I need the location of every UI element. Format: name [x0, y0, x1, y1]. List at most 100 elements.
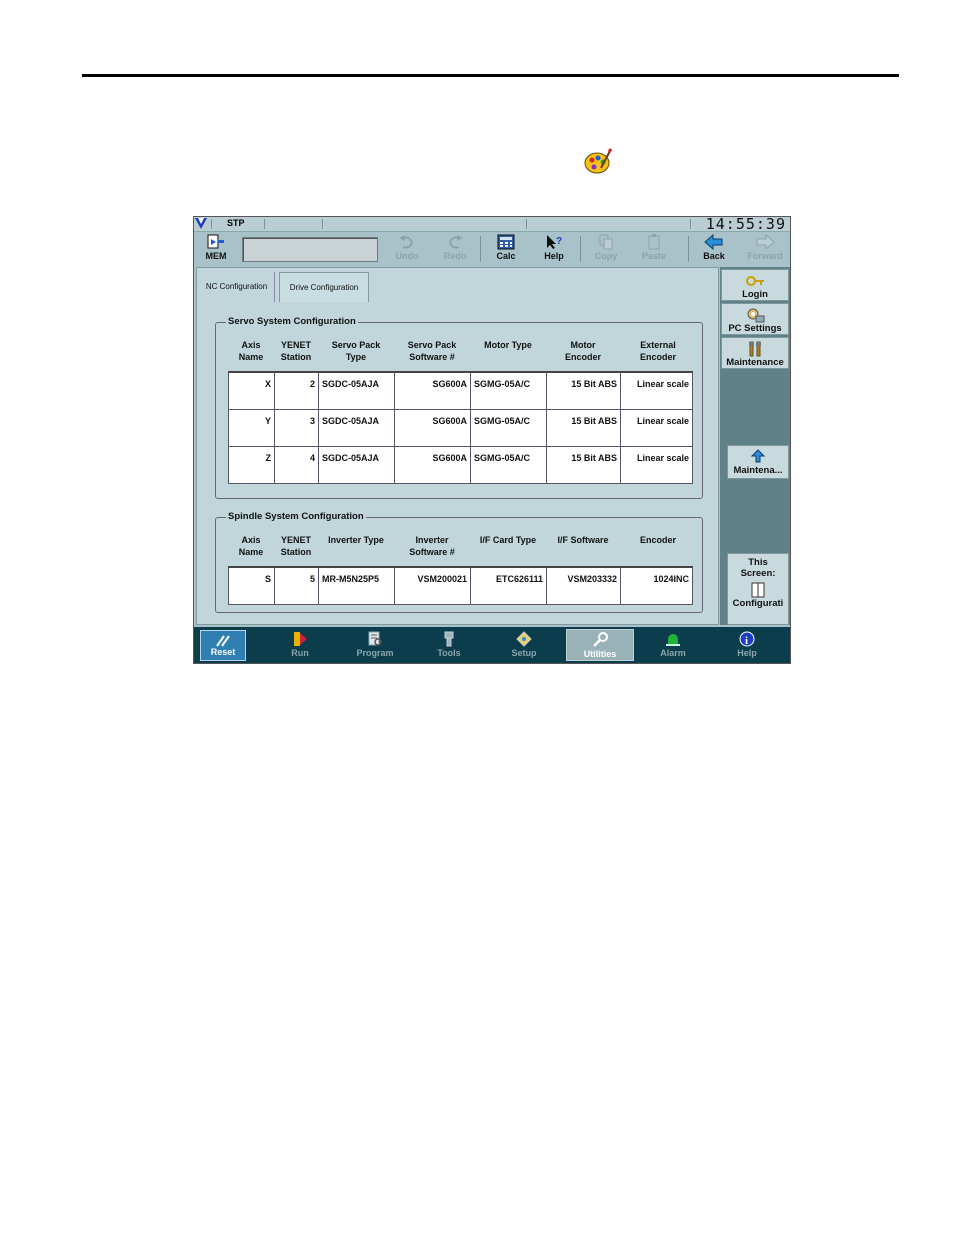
calc-button[interactable]: Calc [484, 234, 528, 264]
copy-label: Copy [594, 251, 618, 261]
nav-help[interactable]: i Help [717, 629, 777, 661]
nav-utilities[interactable]: Utilities [566, 629, 634, 661]
help-cursor-icon: ? [547, 235, 562, 249]
servo-pack-software-cell: SG600A [395, 447, 471, 483]
back-label: Back [703, 251, 725, 261]
spindle-inverter-software-cell: VSM200021 [395, 568, 471, 604]
servo-header-pack-type: Servo Pack Type [331, 340, 381, 362]
run-icon [294, 632, 307, 646]
undo-label: Undo [395, 251, 419, 261]
palette-icon [584, 148, 613, 174]
redo-button[interactable]: Redo [433, 234, 477, 264]
tools-icon [444, 631, 454, 647]
configuration-panel: NC Configuration Drive Configuration Ser… [196, 267, 719, 625]
servo-motor-type-cell: SGMG-05A/C [471, 373, 547, 409]
program-icon [368, 631, 382, 646]
nav-help-label: Help [737, 648, 757, 658]
servo-station-cell: 4 [275, 447, 319, 483]
pc-settings-icon [747, 308, 765, 323]
spindle-axis-cell: S [229, 568, 275, 604]
up-arrow-icon [750, 449, 766, 463]
status-separator [264, 219, 265, 229]
calculator-icon [497, 234, 515, 250]
undo-button[interactable]: Undo [385, 234, 429, 264]
copy-icon [599, 234, 613, 250]
maintenance-tools-icon [749, 341, 761, 357]
status-separator [211, 219, 212, 229]
help-label: Help [544, 251, 564, 261]
right-sidebar: Login PC Settings Maintenance Maintena..… [720, 267, 790, 625]
table-row[interactable]: Z 4 SGDC-05AJA SG600A SGMG-05A/C 15 Bit … [229, 447, 692, 483]
servo-external-encoder-cell: Linear scale [636, 416, 689, 426]
nav-run[interactable]: Run [270, 629, 330, 661]
servo-group-title: Servo System Configuration [226, 316, 358, 327]
message-display [242, 237, 378, 262]
info-icon: i [739, 631, 755, 647]
forward-button[interactable]: Forward [740, 234, 790, 264]
servo-external-encoder-cell: Linear scale [636, 379, 689, 389]
login-label: Login [742, 289, 768, 300]
svg-text:?: ? [556, 236, 562, 247]
nav-tools[interactable]: Tools [419, 629, 479, 661]
copy-button[interactable]: Copy [584, 234, 628, 264]
spindle-header-inverter-software: Inverter Software # [409, 535, 455, 557]
pc-settings-button[interactable]: PC Settings [721, 303, 789, 335]
toolbar-separator [580, 236, 581, 262]
servo-pack-software-cell: SG600A [395, 373, 471, 409]
nav-program[interactable]: Program [345, 629, 405, 661]
mem-button[interactable]: MEM [196, 234, 236, 264]
maintenance-label: Maintenance [726, 357, 784, 368]
paste-label: Paste [641, 251, 667, 261]
this-screen-button[interactable]: This Screen: Configurati [727, 553, 789, 625]
servo-header-motor-type: Motor Type [484, 340, 532, 350]
svg-text:i: i [745, 635, 748, 647]
reset-button[interactable]: Reset [200, 630, 246, 661]
table-row[interactable]: S 5 MR-M5N25P5 VSM200021 ETC626111 VSM20… [229, 568, 692, 604]
tab-drive-configuration[interactable]: Drive Configuration [279, 272, 369, 302]
back-button[interactable]: Back [692, 234, 736, 264]
tab-nc-configuration[interactable]: NC Configuration [199, 272, 275, 302]
undo-icon [399, 235, 413, 249]
nav-alarm[interactable]: Alarm [643, 629, 703, 661]
spindle-group-title: Spindle System Configuration [226, 511, 366, 522]
paste-icon [648, 234, 660, 250]
nav-tools-label: Tools [437, 648, 461, 658]
nav-utilities-label: Utilities [583, 649, 617, 659]
toolbar-separator [688, 236, 689, 262]
status-separator [322, 219, 323, 229]
spindle-header-if-card-type: I/F Card Type [479, 535, 537, 545]
yaskawa-logo-icon [195, 218, 207, 229]
nav-alarm-label: Alarm [660, 648, 686, 658]
page-top-rule [82, 74, 899, 77]
nav-setup[interactable]: Setup [494, 629, 554, 661]
login-button[interactable]: Login [721, 269, 789, 301]
mem-label: MEM [205, 251, 227, 261]
wrench-icon [593, 632, 608, 647]
spindle-encoder-cell: 1024INC [653, 574, 689, 584]
reset-label: Reset [210, 647, 236, 657]
reset-icon [216, 635, 230, 647]
servo-motor-encoder-cell: 15 Bit ABS [547, 373, 621, 409]
servo-header-motor-encoder: Motor Encoder [564, 340, 601, 362]
spindle-header-axis: Axis Name [238, 535, 264, 557]
servo-header-pack-software: Servo Pack Software # [407, 340, 457, 362]
spindle-header-station: YENET Station [280, 535, 312, 557]
redo-icon [449, 235, 463, 249]
table-row[interactable]: Y 3 SGDC-05AJA SG600A SGMG-05A/C 15 Bit … [229, 410, 692, 447]
toolbar: MEM Undo Redo Calc ? Help Copy Paste Bac… [194, 232, 790, 265]
maintenance-shortcut-button[interactable]: Maintena... [727, 445, 789, 479]
servo-header-axis: Axis Name [238, 340, 264, 362]
spindle-header-encoder: Encoder [639, 535, 676, 545]
spindle-table: S 5 MR-M5N25P5 VSM200021 ETC626111 VSM20… [228, 566, 693, 605]
servo-system-group: Servo System Configuration Axis Name YENE… [215, 316, 703, 499]
table-row[interactable]: X 2 SGDC-05AJA SG600A SGMG-05A/C 15 Bit … [229, 373, 692, 410]
maintenance-button[interactable]: Maintenance [721, 337, 789, 369]
forward-label: Forward [747, 251, 783, 261]
toolbar-separator [480, 236, 481, 262]
nav-run-label: Run [291, 648, 309, 658]
servo-station-cell: 3 [275, 410, 319, 446]
servo-pack-type-cell: SGDC-05AJA [319, 410, 395, 446]
paste-button[interactable]: Paste [632, 234, 676, 264]
help-button[interactable]: ? Help [532, 234, 576, 264]
bottom-nav: Reset Run Program Tools Setup Utilities … [194, 627, 790, 663]
